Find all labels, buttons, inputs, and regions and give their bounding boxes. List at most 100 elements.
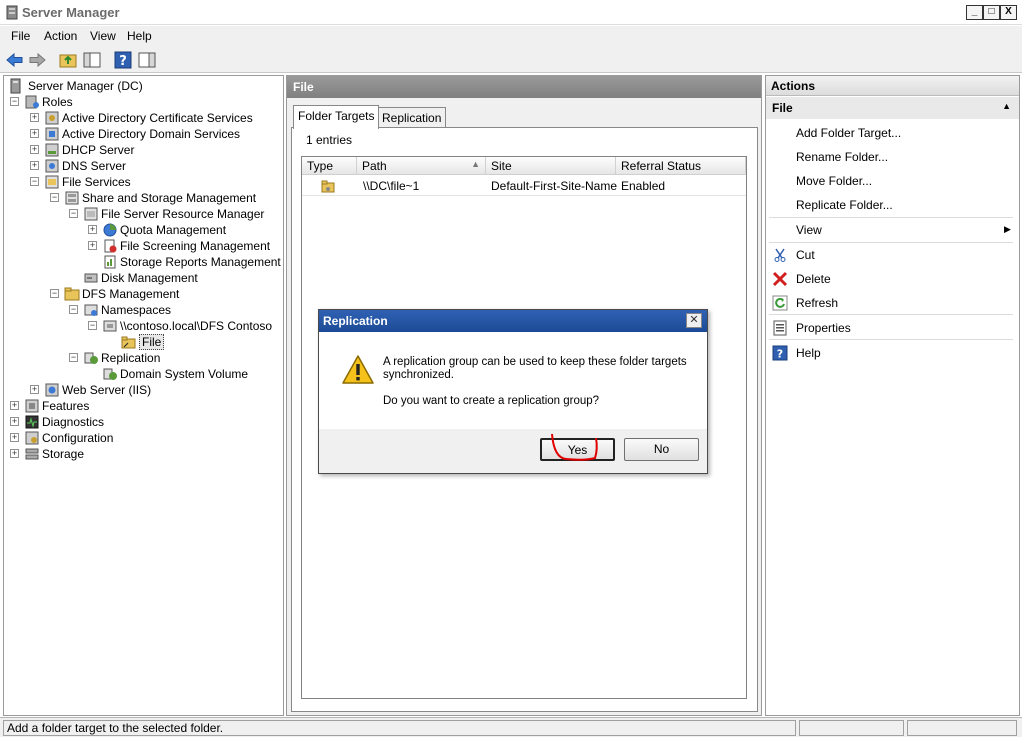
column-header-path[interactable]: Path ▲ (357, 157, 486, 175)
tree-label: Storage Reports Management (120, 255, 281, 269)
minimize-button[interactable]: _ (966, 5, 983, 20)
expand-icon[interactable]: + (30, 161, 39, 170)
dns-icon (45, 159, 59, 173)
collapse-icon[interactable]: − (50, 289, 59, 298)
close-button[interactable]: X (1000, 5, 1017, 20)
tree-label: Diagnostics (42, 415, 105, 429)
collapse-icon[interactable]: − (88, 321, 97, 330)
expand-icon[interactable]: + (88, 241, 97, 250)
dhcp-icon (45, 143, 59, 157)
status-pane (799, 720, 904, 736)
collapse-icon[interactable]: − (10, 97, 19, 106)
expand-icon[interactable]: + (10, 449, 19, 458)
up-folder-icon[interactable] (58, 50, 78, 70)
tab-folder-targets[interactable]: Folder Targets (293, 105, 380, 129)
details-pane-title: File (287, 76, 761, 98)
expand-icon[interactable]: + (30, 113, 39, 122)
server-manager-app-icon (6, 5, 18, 20)
fsrm-icon (84, 207, 98, 221)
tree-label: File Screening Management (120, 239, 271, 253)
cell-site: Default-First-Site-Name (491, 179, 618, 193)
iis-icon (45, 383, 59, 397)
storage-reports-icon (104, 255, 116, 269)
adds-icon (45, 127, 59, 141)
expand-icon[interactable]: + (30, 145, 39, 154)
actions-section-file[interactable]: File ▲ (766, 97, 1019, 119)
collapse-icon[interactable]: − (30, 177, 39, 186)
action-cut[interactable]: Cut (796, 248, 815, 262)
toolbar: ? (0, 47, 1022, 73)
tree-label: Active Directory Certificate Services (62, 111, 253, 125)
collapse-icon[interactable]: − (69, 353, 78, 362)
expand-icon[interactable]: + (10, 401, 19, 410)
window-title: Server Manager (22, 5, 120, 20)
actions-section-label: File (772, 101, 793, 115)
svg-text:?: ? (119, 54, 127, 69)
tree-label: Web Server (IIS) (62, 383, 152, 397)
help-icon[interactable]: ? (113, 50, 133, 70)
file-services-icon (45, 175, 59, 189)
dialog-close-button[interactable]: ✕ (686, 313, 702, 328)
action-replicate-folder[interactable]: Replicate Folder... (796, 198, 893, 212)
tree-label: \\contoso.local\DFS Contoso (120, 319, 273, 333)
maximize-button[interactable]: □ (983, 5, 1000, 20)
menu-view[interactable]: View (90, 29, 116, 43)
expand-icon[interactable]: + (10, 417, 19, 426)
cut-icon (774, 248, 786, 262)
help-icon: ? (772, 345, 788, 361)
forward-icon[interactable] (27, 50, 47, 70)
adcs-icon (45, 111, 59, 125)
column-header-referral-status[interactable]: Referral Status (616, 157, 746, 175)
cell-referral-status: Enabled (621, 179, 666, 193)
tree-label: Storage (42, 447, 85, 461)
action-properties[interactable]: Properties (796, 321, 851, 335)
action-refresh[interactable]: Refresh (796, 296, 838, 310)
properties-icon (773, 320, 787, 336)
features-icon (25, 399, 39, 413)
action-view[interactable]: View (796, 223, 822, 237)
menu-file[interactable]: File (11, 29, 30, 43)
dfs-management-icon (64, 287, 80, 301)
expand-icon[interactable]: + (30, 385, 39, 394)
dialog-message-line1: A replication group can be used to keep … (383, 356, 687, 368)
collapse-arrow-icon[interactable]: ▲ (1002, 101, 1011, 111)
action-move-folder[interactable]: Move Folder... (796, 174, 872, 188)
separator (769, 217, 1013, 218)
menu-bar: File Action View Help (0, 26, 1022, 47)
entries-count: 1 entries (306, 133, 353, 147)
table-row[interactable]: \\DC\file~1 Default-First-Site-Name Enab… (302, 176, 746, 196)
dialog-body: A replication group can be used to keep … (319, 332, 707, 429)
file-screening-icon (104, 239, 117, 253)
action-add-folder-target[interactable]: Add Folder Target... (796, 126, 901, 140)
expand-icon[interactable]: + (88, 225, 97, 234)
tree-label: File Server Resource Manager (101, 207, 265, 221)
column-header-type[interactable]: Type (302, 157, 357, 175)
back-icon[interactable] (5, 50, 25, 70)
expand-icon[interactable]: + (30, 129, 39, 138)
show-hide-action-pane-icon[interactable] (137, 50, 157, 70)
collapse-icon[interactable]: − (69, 305, 78, 314)
collapse-icon[interactable]: − (50, 193, 59, 202)
tree-label: Quota Management (120, 223, 227, 237)
action-delete[interactable]: Delete (796, 272, 831, 286)
action-help[interactable]: Help (796, 346, 821, 360)
menu-help[interactable]: Help (127, 29, 152, 43)
action-rename-folder[interactable]: Rename Folder... (796, 150, 888, 164)
menu-action[interactable]: Action (44, 29, 77, 43)
tab-replication[interactable]: Replication (377, 107, 447, 128)
tree-label: Domain System Volume (120, 367, 249, 381)
replication-icon (84, 352, 98, 364)
separator (769, 314, 1013, 315)
tree-label: Active Directory Domain Services (62, 127, 241, 141)
expand-icon[interactable]: + (10, 433, 19, 442)
configuration-icon (25, 431, 39, 445)
no-button[interactable]: No (624, 438, 699, 461)
quota-icon (103, 223, 117, 237)
column-header-site[interactable]: Site (486, 157, 616, 175)
show-hide-console-tree-icon[interactable] (82, 50, 102, 70)
refresh-icon (772, 295, 788, 311)
collapse-icon[interactable]: − (69, 209, 78, 218)
tree-label: Roles (42, 95, 73, 109)
tree-label: Configuration (42, 431, 114, 445)
tree-label: DFS Management (82, 287, 180, 301)
